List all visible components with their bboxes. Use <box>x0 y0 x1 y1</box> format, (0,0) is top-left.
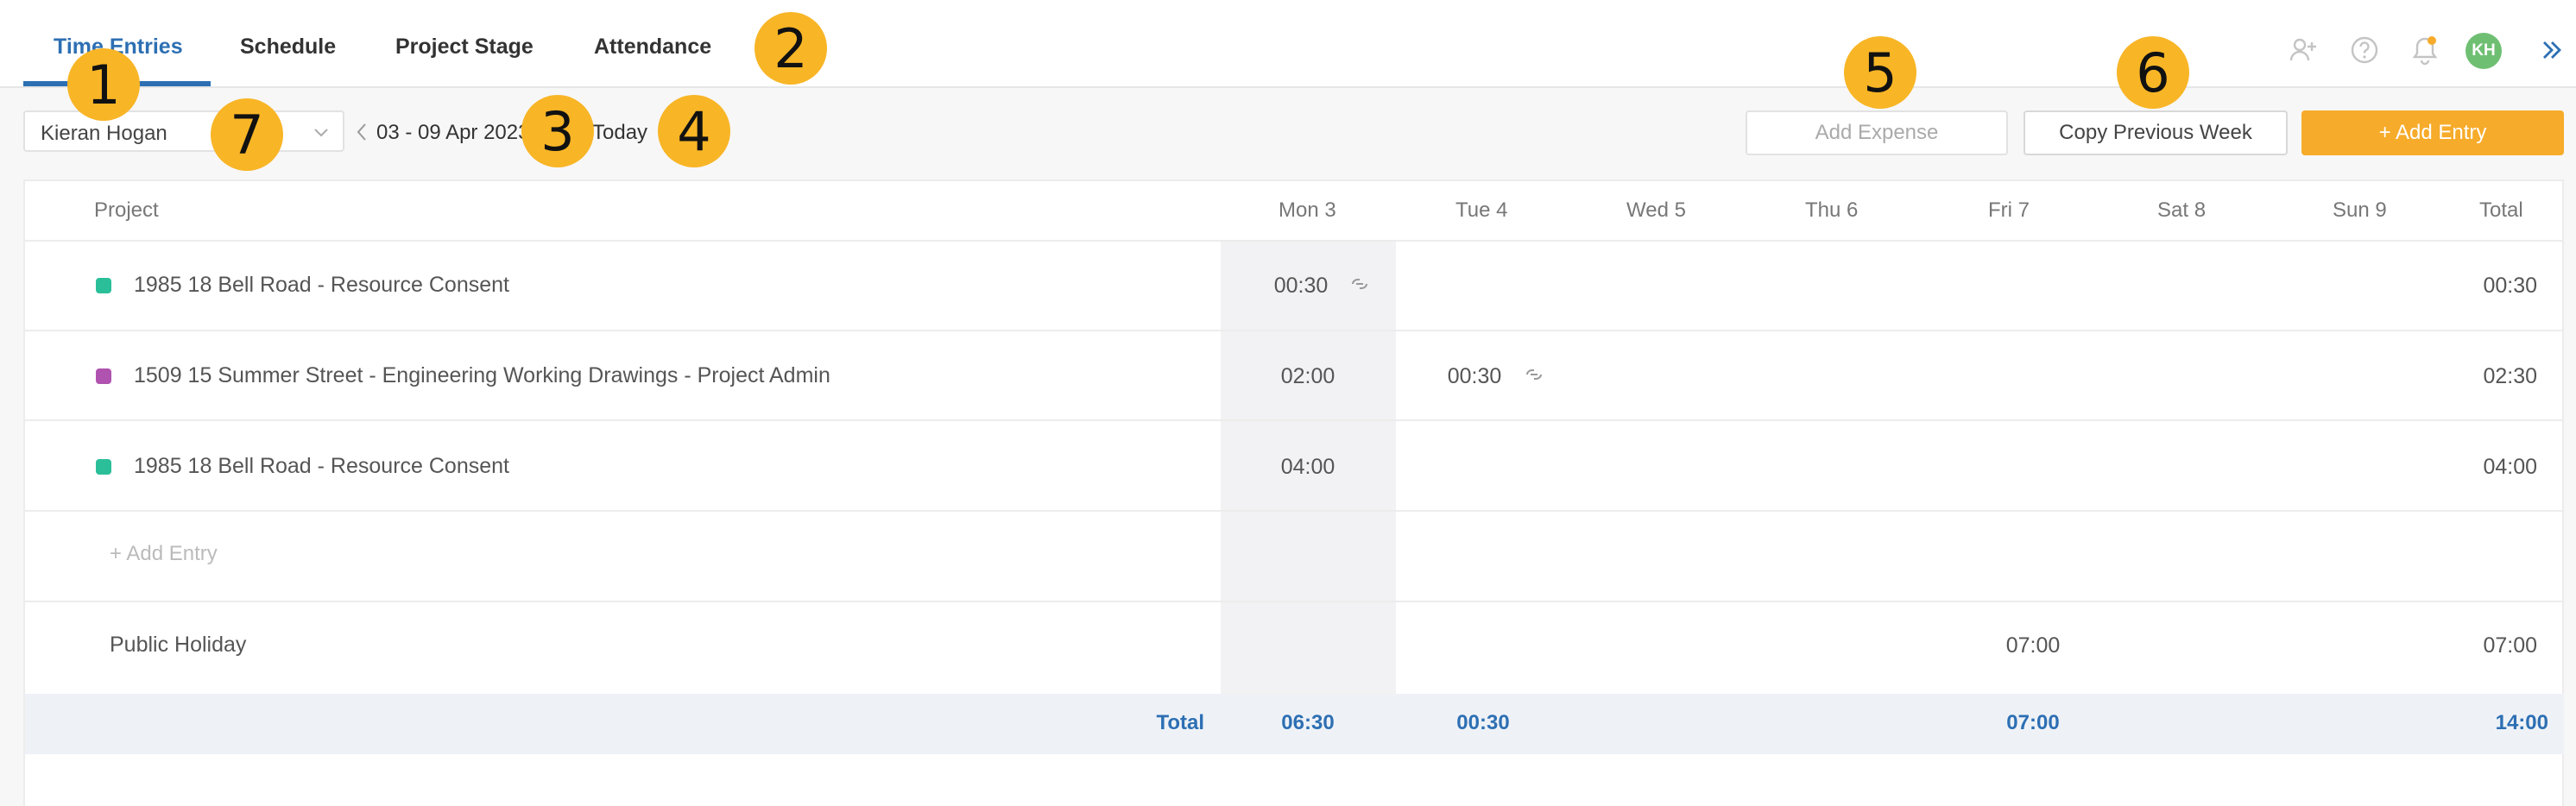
total-tue: 00:30 <box>1456 711 1510 734</box>
link-icon <box>1350 276 1369 296</box>
column-header-thu: Thu 6 <box>1805 198 1859 222</box>
time-cell-mon[interactable]: 02:00 <box>1256 364 1360 389</box>
add-user-icon[interactable] <box>2286 33 2320 67</box>
copy-previous-week-button[interactable]: Copy Previous Week <box>2024 110 2288 155</box>
totals-label: Total <box>1156 711 1204 734</box>
timesheet-table: Project Mon 3 Tue 4 Wed 5 Thu 6 Fri 7 Sa… <box>23 179 2564 806</box>
user-select[interactable]: Kieran Hogan <box>23 110 344 152</box>
time-cell-tue[interactable]: 00:30 <box>1423 364 1526 389</box>
callout-badge-1: 1 <box>67 48 140 121</box>
total-fri: 07:00 <box>2006 711 2060 734</box>
column-header-mon: Mon 3 <box>1279 198 1336 222</box>
tab-project-stage[interactable]: Project Stage <box>395 35 534 60</box>
time-tracking-app: Time Entries Schedule Project Stage Atte… <box>0 0 2576 806</box>
column-header-project: Project <box>94 198 159 222</box>
time-cell-mon[interactable]: 04:00 <box>1256 455 1360 480</box>
tab-schedule[interactable]: Schedule <box>240 35 336 60</box>
callout-badge-4: 4 <box>658 95 730 167</box>
time-cell-mon[interactable]: 00:30 <box>1249 274 1353 299</box>
total-week: 14:00 <box>2495 711 2548 734</box>
column-header-total: Total <box>2479 198 2523 222</box>
user-select-value: Kieran Hogan <box>41 122 167 145</box>
project-color-swatch <box>96 459 111 475</box>
add-entry-button[interactable]: + Add Entry <box>2301 110 2564 155</box>
chevron-down-icon <box>312 123 331 146</box>
column-header-sat: Sat 8 <box>2157 198 2207 222</box>
column-header-wed: Wed 5 <box>1626 198 1686 222</box>
row-divider <box>25 240 2564 242</box>
row-total: 02:30 <box>2483 364 2537 388</box>
project-color-swatch <box>96 278 111 293</box>
public-holiday-label: Public Holiday <box>110 633 247 657</box>
project-color-swatch <box>96 368 111 384</box>
row-divider <box>25 330 2564 331</box>
callout-badge-6: 6 <box>2117 36 2189 109</box>
add-expense-button[interactable]: Add Expense <box>1746 110 2008 155</box>
user-avatar[interactable]: KH <box>2466 33 2502 69</box>
callout-badge-7: 7 <box>211 98 283 171</box>
row-total: 04:00 <box>2483 455 2537 479</box>
callout-badge-2: 2 <box>754 12 827 85</box>
project-name[interactable]: 1985 18 Bell Road - Resource Consent <box>134 454 509 479</box>
chevrons-right-icon[interactable] <box>2535 33 2569 67</box>
add-entry-row-link[interactable]: + Add Entry <box>110 542 218 566</box>
help-icon[interactable] <box>2347 33 2382 67</box>
public-holiday-total: 07:00 <box>2483 633 2537 658</box>
link-icon <box>1525 367 1544 387</box>
top-navigation: Time Entries Schedule Project Stage Atte… <box>0 0 2576 88</box>
row-total: 00:30 <box>2483 274 2537 298</box>
totals-row: Total 06:30 00:30 07:00 14:00 <box>25 694 2564 754</box>
callout-badge-5: 5 <box>1844 36 1916 109</box>
bell-icon[interactable] <box>2408 33 2442 67</box>
row-divider <box>25 601 2564 602</box>
toolbar: Kieran Hogan 03 - 09 Apr 2023 Today Add … <box>0 90 2576 176</box>
column-header-tue: Tue 4 <box>1455 198 1508 222</box>
project-name[interactable]: 1509 15 Summer Street - Engineering Work… <box>134 363 830 388</box>
previous-week-icon[interactable] <box>354 121 369 148</box>
today-button[interactable]: Today <box>592 121 647 145</box>
column-header-sun: Sun 9 <box>2333 198 2387 222</box>
row-divider <box>25 419 2564 421</box>
callout-badge-3: 3 <box>521 95 594 167</box>
public-holiday-fri: 07:00 <box>2005 633 2061 658</box>
tab-attendance[interactable]: Attendance <box>594 35 711 60</box>
row-divider <box>25 510 2564 512</box>
column-header-fri: Fri 7 <box>1988 198 2030 222</box>
project-name[interactable]: 1985 18 Bell Road - Resource Consent <box>134 273 509 298</box>
date-range-label: 03 - 09 Apr 2023 <box>376 121 530 144</box>
total-mon: 06:30 <box>1281 711 1335 734</box>
